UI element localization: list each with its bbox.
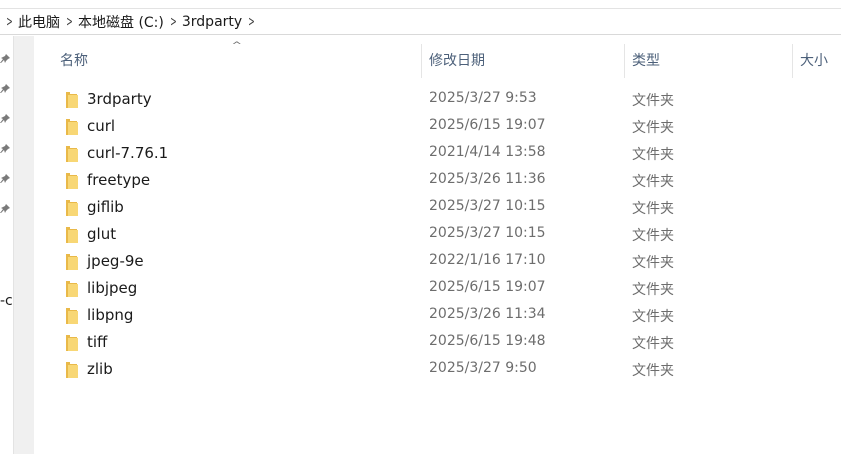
folder-icon	[65, 335, 78, 351]
file-name[interactable]: freetype	[87, 171, 150, 189]
chevron-right-icon[interactable]: >	[170, 14, 176, 30]
chevron-right-icon[interactable]: >	[248, 14, 254, 30]
folder-icon	[65, 308, 78, 324]
file-name[interactable]: 3rdparty	[87, 90, 152, 108]
file-type: 文件夹	[632, 93, 674, 109]
navigation-scrollbar[interactable]	[13, 36, 34, 454]
column-header-date[interactable]: 修改日期	[423, 44, 623, 78]
file-type: 文件夹	[632, 309, 674, 325]
file-name[interactable]: libpng	[87, 306, 133, 324]
folder-icon	[65, 146, 78, 162]
file-date: 2025/3/26 11:34	[429, 306, 546, 322]
file-type: 文件夹	[632, 201, 674, 217]
file-date: 2025/6/15 19:07	[429, 279, 546, 295]
pin-icon[interactable]	[0, 54, 10, 64]
chevron-right-icon[interactable]: >	[6, 14, 12, 30]
file-row[interactable]: curl-7.76.1 2021/4/14 13:58 文件夹	[34, 140, 841, 167]
file-type: 文件夹	[632, 174, 674, 190]
pin-icon[interactable]	[0, 144, 10, 154]
file-date: 2025/3/27 9:53	[429, 90, 537, 106]
column-header-size[interactable]: 大小	[794, 44, 841, 78]
file-row[interactable]: jpeg-9e 2022/1/16 17:10 文件夹	[34, 248, 841, 275]
file-type: 文件夹	[632, 282, 674, 298]
file-type: 文件夹	[632, 147, 674, 163]
file-row[interactable]: giflib 2025/3/27 10:15 文件夹	[34, 194, 841, 221]
file-row[interactable]: tiff 2025/6/15 19:48 文件夹	[34, 329, 841, 356]
pin-icon[interactable]	[0, 204, 10, 214]
column-header-date-label: 修改日期	[429, 53, 485, 69]
pin-icon[interactable]	[0, 174, 10, 184]
file-date: 2025/3/27 9:50	[429, 360, 537, 376]
file-row[interactable]: curl 2025/6/15 19:07 文件夹	[34, 113, 841, 140]
nav-item-cutoff-label[interactable]: -c	[0, 293, 13, 309]
column-header-type-label: 类型	[632, 53, 660, 69]
file-type: 文件夹	[632, 228, 674, 244]
file-name[interactable]: curl-7.76.1	[87, 144, 168, 162]
file-name[interactable]: glut	[87, 225, 116, 243]
file-date: 2021/4/14 13:58	[429, 144, 546, 160]
file-type: 文件夹	[632, 255, 674, 271]
file-date: 2025/6/15 19:48	[429, 333, 546, 349]
file-type: 文件夹	[632, 363, 674, 379]
address-bar[interactable]: > 此电脑 > 本地磁盘 (C:) > 3rdparty >	[0, 8, 841, 35]
column-header-name[interactable]: 名称	[54, 44, 421, 78]
breadcrumb-this-pc[interactable]: 此电脑	[14, 12, 64, 32]
file-type: 文件夹	[632, 120, 674, 136]
file-date: 2025/6/15 19:07	[429, 117, 546, 133]
column-divider[interactable]	[624, 44, 625, 78]
column-divider[interactable]	[421, 44, 422, 78]
folder-icon	[65, 227, 78, 243]
file-row[interactable]: libjpeg 2025/6/15 19:07 文件夹	[34, 275, 841, 302]
pin-icon[interactable]	[0, 84, 10, 94]
file-date: 2022/1/16 17:10	[429, 252, 546, 268]
file-row[interactable]: freetype 2025/3/26 11:36 文件夹	[34, 167, 841, 194]
folder-icon	[65, 119, 78, 135]
file-name[interactable]: tiff	[87, 333, 107, 351]
file-name[interactable]: giflib	[87, 198, 124, 216]
file-date: 2025/3/27 10:15	[429, 198, 546, 214]
file-name[interactable]: jpeg-9e	[87, 252, 144, 270]
file-row[interactable]: zlib 2025/3/27 9:50 文件夹	[34, 356, 841, 383]
chevron-right-icon[interactable]: >	[66, 14, 72, 30]
column-header-row: ^ 名称 修改日期 类型 大小	[34, 41, 841, 78]
file-list: 3rdparty 2025/3/27 9:53 文件夹 curl 2025/6/…	[34, 86, 841, 383]
folder-icon	[65, 173, 78, 189]
file-name[interactable]: libjpeg	[87, 279, 137, 297]
folder-icon	[65, 281, 78, 297]
folder-icon	[65, 362, 78, 378]
file-row[interactable]: 3rdparty 2025/3/27 9:53 文件夹	[34, 86, 841, 113]
file-row[interactable]: libpng 2025/3/26 11:34 文件夹	[34, 302, 841, 329]
column-header-name-label: 名称	[60, 53, 88, 69]
file-name[interactable]: curl	[87, 117, 115, 135]
column-header-size-label: 大小	[800, 53, 828, 69]
file-type: 文件夹	[632, 336, 674, 352]
file-name[interactable]: zlib	[87, 360, 113, 378]
folder-icon	[65, 92, 78, 108]
breadcrumb-3rdparty[interactable]: 3rdparty	[178, 14, 246, 30]
folder-icon	[65, 200, 78, 216]
file-date: 2025/3/26 11:36	[429, 171, 546, 187]
file-date: 2025/3/27 10:15	[429, 225, 546, 241]
file-row[interactable]: glut 2025/3/27 10:15 文件夹	[34, 221, 841, 248]
breadcrumb-local-disk[interactable]: 本地磁盘 (C:)	[74, 12, 168, 32]
column-divider[interactable]	[792, 44, 793, 78]
folder-icon	[65, 254, 78, 270]
column-header-type[interactable]: 类型	[626, 44, 791, 78]
pin-icon[interactable]	[0, 114, 10, 124]
